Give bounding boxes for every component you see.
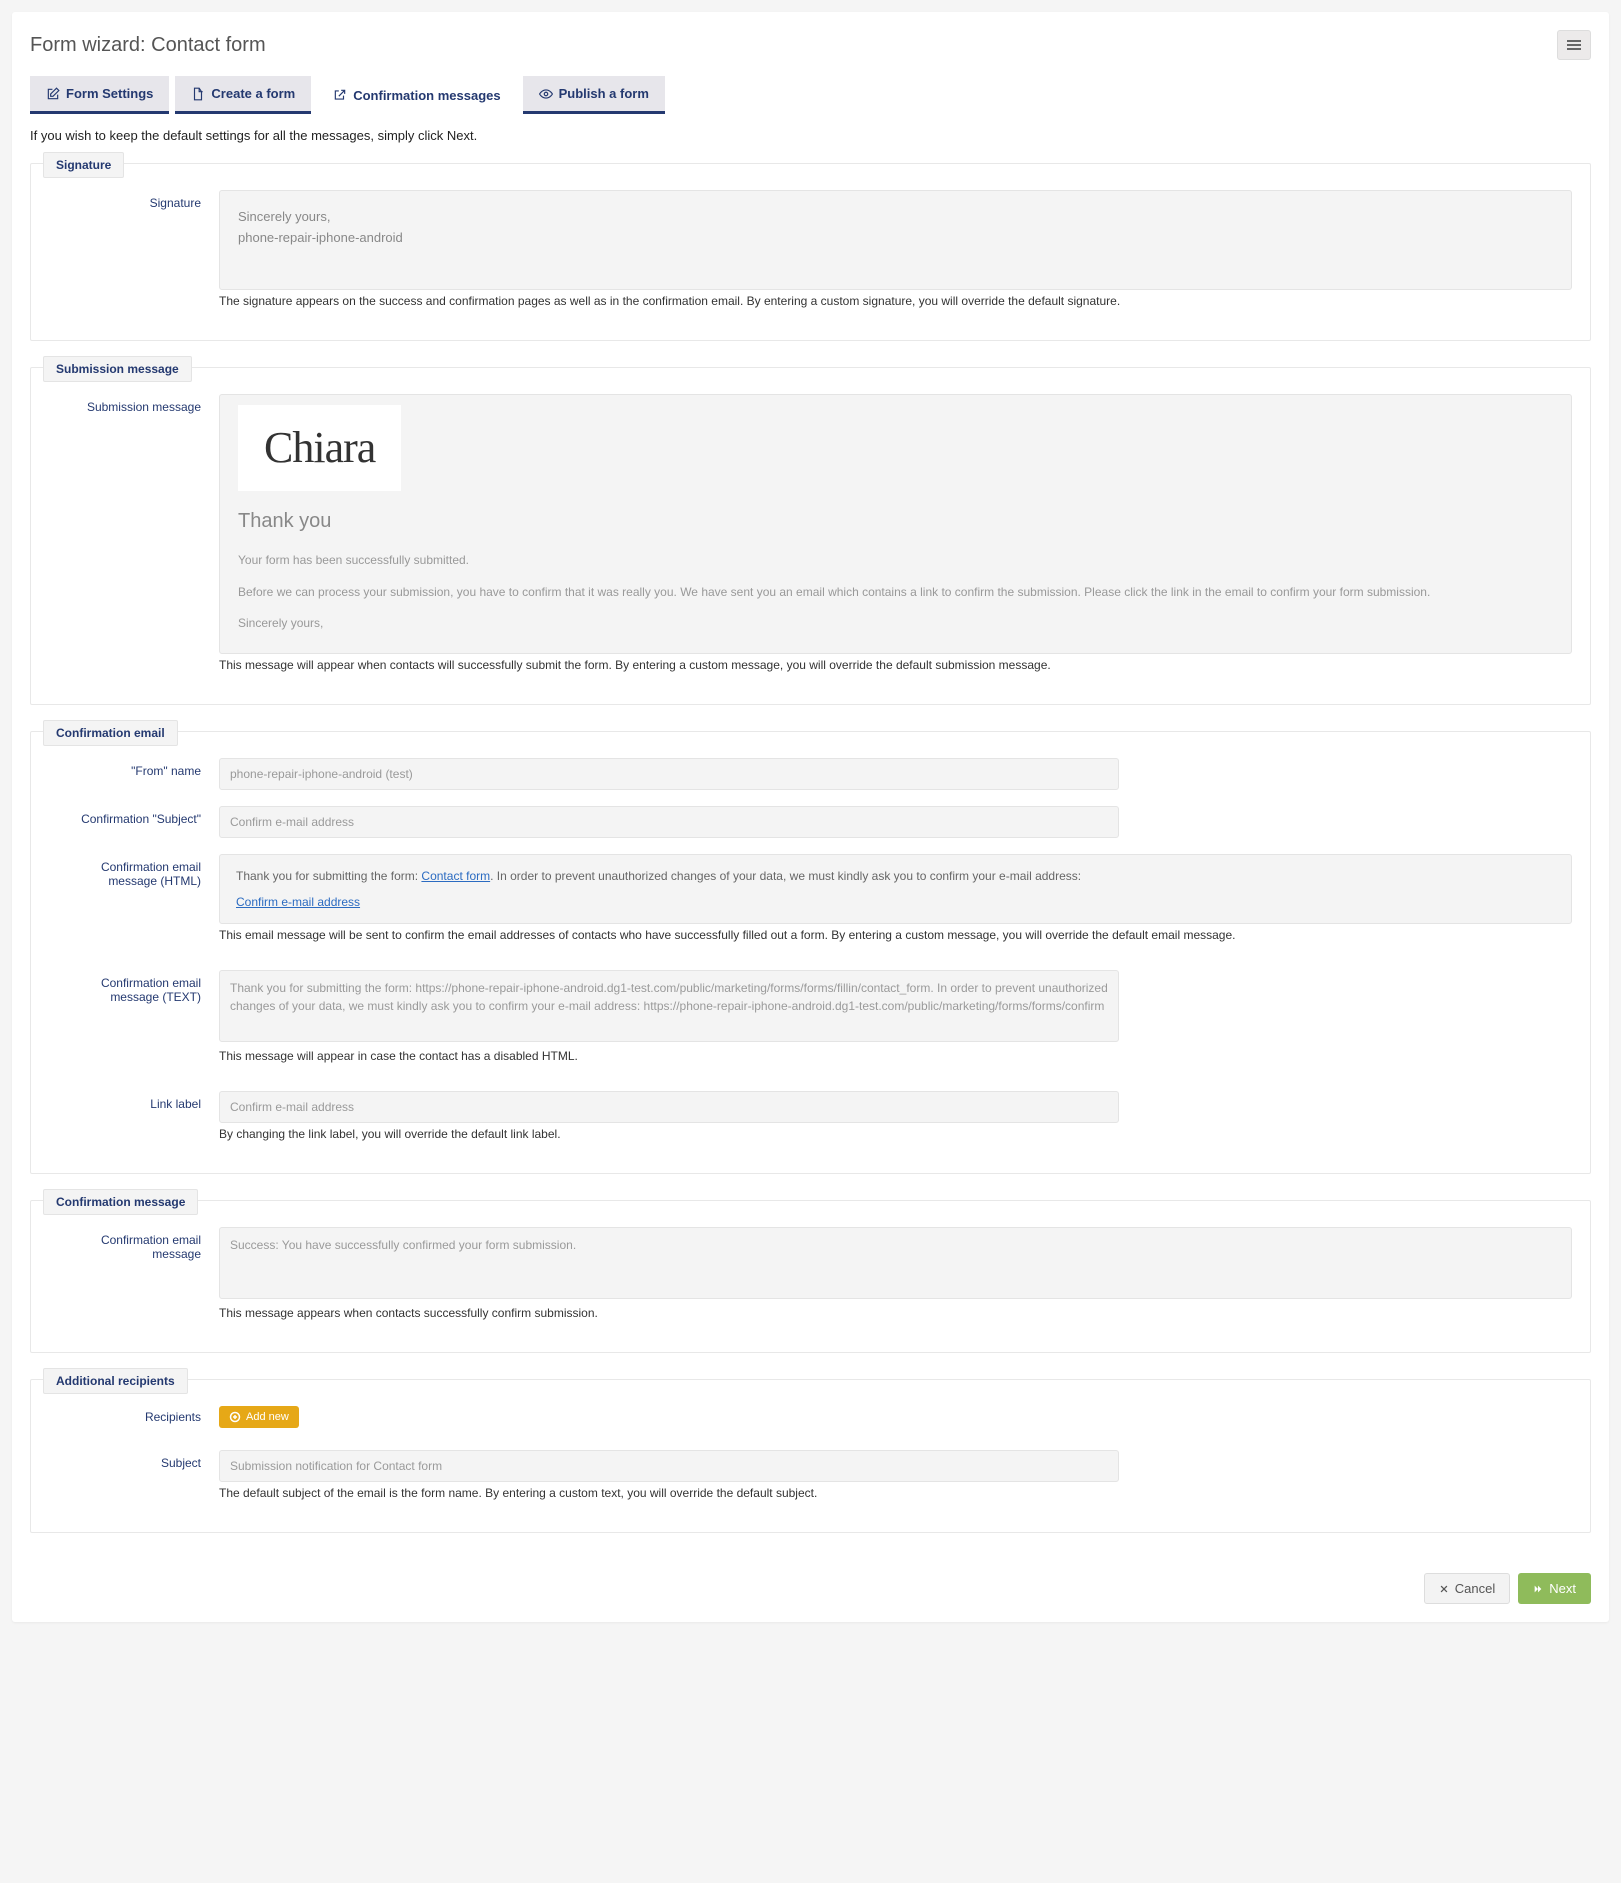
plus-circle-icon <box>229 1411 241 1423</box>
recipients-label: Recipients <box>49 1406 219 1424</box>
add-recipient-button[interactable]: Add new <box>219 1406 299 1428</box>
brand-logo: Chiara <box>238 405 401 491</box>
section-legend: Confirmation message <box>43 1189 198 1215</box>
submission-preview[interactable]: Chiara Thank you Your form has been succ… <box>219 394 1572 654</box>
edit-icon <box>46 87 60 101</box>
tab-publish-form[interactable]: Publish a form <box>523 76 665 114</box>
next-label: Next <box>1549 1581 1576 1596</box>
tab-label: Publish a form <box>559 86 649 101</box>
link-label-help: By changing the link label, you will ove… <box>219 1127 1572 1141</box>
tab-label: Create a form <box>211 86 295 101</box>
additional-subject-field[interactable] <box>219 1450 1119 1482</box>
section-legend: Signature <box>43 152 124 178</box>
additional-subject-help: The default subject of the email is the … <box>219 1486 1572 1500</box>
forward-icon <box>1533 1584 1543 1594</box>
section-legend: Additional recipients <box>43 1368 188 1394</box>
signature-help: The signature appears on the success and… <box>219 294 1572 308</box>
confirmation-text-label: Confirmation email message (TEXT) <box>49 970 219 1004</box>
confirm-email-link[interactable]: Confirm e-mail address <box>236 895 1555 909</box>
link-label-field[interactable] <box>219 1091 1119 1123</box>
contact-form-link[interactable]: Contact form <box>421 869 490 883</box>
section-legend: Submission message <box>43 356 192 382</box>
confirmation-message-field[interactable] <box>219 1227 1572 1299</box>
confirmation-subject-field[interactable] <box>219 806 1119 838</box>
cancel-button[interactable]: Cancel <box>1424 1573 1510 1604</box>
intro-text: If you wish to keep the default settings… <box>30 128 1591 143</box>
menu-button[interactable] <box>1557 30 1591 60</box>
hamburger-icon <box>1567 40 1581 42</box>
tab-label: Form Settings <box>66 86 153 101</box>
section-signature: Signature Signature Sincerely yours, pho… <box>30 163 1591 341</box>
add-new-label: Add new <box>246 1411 289 1423</box>
confirmation-html-label: Confirmation email message (HTML) <box>49 854 219 888</box>
signature-preview[interactable]: Sincerely yours, phone-repair-iphone-and… <box>219 190 1572 290</box>
link-label-label: Link label <box>49 1091 219 1111</box>
from-name-label: "From" name <box>49 758 219 778</box>
tab-create-form[interactable]: Create a form <box>175 76 311 114</box>
section-legend: Confirmation email <box>43 720 178 746</box>
signature-label: Signature <box>49 190 219 210</box>
submission-help: This message will appear when contacts w… <box>219 658 1572 672</box>
page-title: Form wizard: Contact form <box>30 34 266 57</box>
wizard-tabs: Form Settings Create a form Confirmation… <box>30 76 1591 114</box>
confirmation-message-label: Confirmation email message <box>49 1227 219 1261</box>
eye-icon <box>539 87 553 101</box>
cancel-label: Cancel <box>1455 1581 1495 1596</box>
section-additional-recipients: Additional recipients Recipients Add new… <box>30 1379 1591 1533</box>
file-icon <box>191 87 205 101</box>
close-icon <box>1439 1584 1449 1594</box>
from-name-field[interactable] <box>219 758 1119 790</box>
confirmation-html-help: This email message will be sent to confi… <box>219 928 1572 942</box>
confirmation-message-help: This message appears when contacts succe… <box>219 1306 1572 1320</box>
confirmation-text-help: This message will appear in case the con… <box>219 1049 1572 1063</box>
submission-label: Submission message <box>49 394 219 414</box>
next-button[interactable]: Next <box>1518 1573 1591 1604</box>
thank-you-title: Thank you <box>238 505 1553 537</box>
confirmation-html-preview[interactable]: Thank you for submitting the form: Conta… <box>219 854 1572 924</box>
tab-label: Confirmation messages <box>353 88 500 103</box>
section-submission: Submission message Submission message Ch… <box>30 367 1591 705</box>
tab-confirmation-messages[interactable]: Confirmation messages <box>317 76 516 114</box>
confirmation-text-field[interactable] <box>219 970 1119 1042</box>
tab-form-settings[interactable]: Form Settings <box>30 76 169 114</box>
additional-subject-label: Subject <box>49 1450 219 1470</box>
section-confirmation-message: Confirmation message Confirmation email … <box>30 1200 1591 1353</box>
external-icon <box>333 88 347 102</box>
section-confirmation-email: Confirmation email "From" name Confirmat… <box>30 731 1591 1174</box>
confirmation-subject-label: Confirmation "Subject" <box>49 806 219 826</box>
